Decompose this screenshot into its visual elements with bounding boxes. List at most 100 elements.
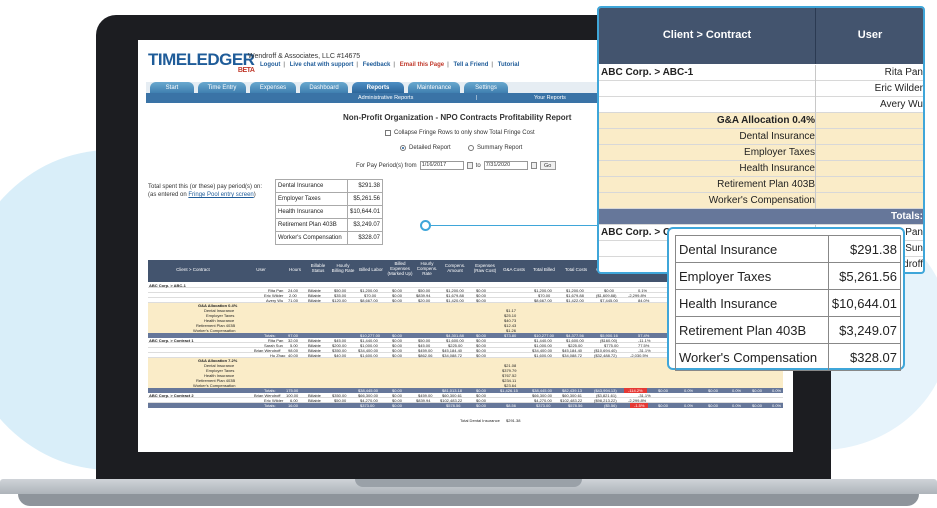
cell: $0.00 [476,403,487,408]
calendar-icon[interactable] [530,162,537,169]
tab-settings[interactable]: Settings [464,82,508,93]
fringe-value: $3,249.07 [346,218,384,232]
table-row: Employer Taxes $5,261.56 [275,192,384,206]
to-label: to [475,162,481,169]
panel-header: Client > Contract User [599,8,923,64]
cell: $291.38 [506,418,521,423]
timeledger-logo[interactable]: TIMELEDGER BETA [148,50,255,74]
fringe-name: Worker's Compensation [275,231,348,245]
detailed-label: Detailed Report [409,145,451,151]
spent-line1: Total spent this (or these) pay period(s… [148,184,263,190]
laptop-bottom [18,494,919,506]
tell-friend-link[interactable]: Tell a Friend [453,62,488,68]
cell: Health Insurance [739,163,815,174]
tab-time-entry[interactable]: Time Entry [198,82,246,93]
fringe-value: $291.38 [827,235,902,263]
spent-line2: (as entered on [148,192,187,198]
firm-name: Wendroff & Associates, LLC #14675 [248,53,361,60]
table-row: Dental Insurance $291.38 [675,235,902,263]
table-row: Total Dental Insurance $291.38 [148,418,783,423]
cell: $0.00 [752,403,763,408]
cell: ABC Corp. > ABC-1 [601,67,694,78]
column-header: Compens. Amount [444,263,466,273]
cell: G&A Allocation 0.4% [716,115,815,126]
table-row: Health Insurance $10,644.01 [675,289,902,317]
your-reports-link[interactable]: Your Reports [534,95,566,101]
column-header: Total Costs [564,267,588,272]
cell: $0.00 [708,403,719,408]
fringe-value: $5,261.56 [346,192,384,206]
fringe-name: Health Insurance [275,205,348,219]
column-header: Total Billed [533,267,555,272]
cell: Employer Taxes [744,147,815,158]
cell: Retirement Plan 403B [717,179,815,190]
date-to-input[interactable]: 7/31/2020 [483,161,528,170]
tab-start[interactable]: Start [150,82,194,93]
fringe-name: Health Insurance [675,289,829,317]
spent-line2-end: ) [253,192,256,198]
callout-dot [420,220,431,231]
tab-reports[interactable]: Reports [352,82,404,93]
fringe-value: $5,261.56 [827,262,902,290]
summary-report-option[interactable]: Summary Report [468,145,522,151]
fringe-name: Employer Taxes [675,262,829,290]
panel-row: ABC Corp. > ABC-1 Rita Pan [599,65,923,81]
collapse-label: Collapse Fringe Rows to only show Total … [394,130,535,136]
cell: $0.00 [658,403,669,408]
fringe-value: $3,249.07 [827,316,902,344]
totals-row: Totals: 16.00 $373.00 $0.00 $578.56 $0.0… [148,403,783,408]
fringe-name: Dental Insurance [275,179,348,193]
panel-row: Totals: [599,209,923,225]
tab-maintenance[interactable]: Maintenance [408,82,460,93]
tutorial-link[interactable]: Tutorial [498,62,520,68]
column-header: G&A Costs [502,267,525,272]
administrative-reports-link[interactable]: Administrative Reports [358,95,413,101]
column-header: Hours [288,267,301,272]
cell: Eric Wilder [874,83,923,94]
tab-dashboard[interactable]: Dashboard [300,82,348,93]
fringe-name: Employer Taxes [275,192,348,206]
fringe-callout-table: Dental Insurance $291.38 Employer Taxes $5… [675,235,902,371]
collapse-fringe-option[interactable]: Collapse Fringe Rows to only show Total … [385,130,535,136]
cell: Totals: [264,403,276,408]
email-page-link[interactable]: Email this Page [400,62,444,68]
panel-header-user: User [857,29,883,41]
column-header: Billable Status [310,263,326,273]
go-button[interactable]: Go [539,161,556,170]
cell: ($5.56) [604,403,617,408]
date-from-input[interactable]: 1/16/2017 [419,161,464,170]
panel-row: Health Insurance [599,161,923,177]
laptop-notch [355,479,582,487]
fringe-name: Dental Insurance [675,235,829,263]
table-row: Employer Taxes $5,261.56 [675,262,902,290]
cell: Totals: [890,211,923,222]
panel-row: Eric Wilder [599,81,923,97]
detailed-report-option[interactable]: Detailed Report [400,145,451,151]
fringe-name: Worker's Compensation [675,343,829,371]
column-header: Hourly Billing Rate [331,263,355,273]
table-row: Worker's Compensation $328.07 [275,231,384,245]
feedback-link[interactable]: Feedback [363,62,391,68]
table-row: Dental Insurance $291.38 [275,179,384,193]
spent-description: Total spent this (or these) pay period(s… [148,183,262,199]
column-header: User [256,267,266,272]
collapse-checkbox[interactable] [385,130,391,136]
fringe-name: Retirement Plan 403B [275,218,348,232]
fringe-value: $10,644.01 [827,289,902,317]
column-header: Client > Contract [176,267,210,272]
fringe-value: $291.38 [346,179,384,193]
fringe-pool-link[interactable]: Fringe Pool entry screen [188,192,253,198]
fringe-summary-table: Dental Insurance $291.38 Employer Taxes $5… [275,179,384,245]
logout-link[interactable]: Logout [260,62,280,68]
column-header: Billed Labor [359,267,383,272]
summary-radio[interactable] [468,145,474,151]
detailed-radio[interactable] [400,145,406,151]
table-row: Retirement Plan 403B $3,249.07 [675,316,902,344]
tab-expenses[interactable]: Expenses [250,82,296,93]
calendar-icon[interactable] [466,162,473,169]
live-chat-link[interactable]: Live chat with support [290,62,354,68]
panel-row: G&A Allocation 0.4% [599,113,923,129]
panel-row: Avery Wu [599,97,923,113]
panel-row: Worker's Compensation [599,193,923,209]
fringe-callout-card: Dental Insurance $291.38 Employer Taxes $5… [667,227,905,371]
